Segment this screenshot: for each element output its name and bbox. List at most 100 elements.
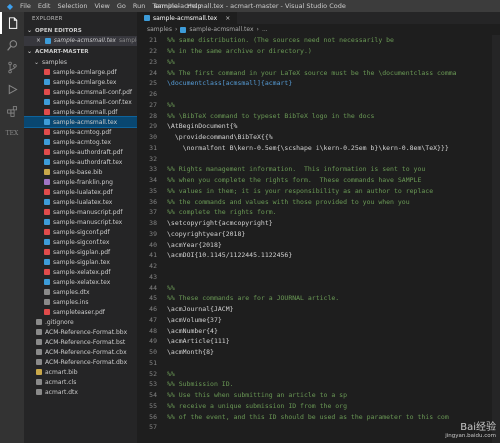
line-number: 33 — [149, 165, 157, 174]
folder-samples[interactable]: ⌄ samples — [24, 57, 137, 67]
menu-item-terminal[interactable]: Terminal — [152, 2, 179, 10]
file-icon — [44, 89, 50, 95]
file-item[interactable]: acmart.bib — [24, 367, 137, 377]
source-control-button[interactable] — [0, 56, 24, 78]
file-item[interactable]: sample-acmtog.pdf — [24, 127, 137, 137]
file-item[interactable]: sample-acmlarge.tex — [24, 77, 137, 87]
line-text: \normalfont B\kern-0.5em{\scshape i\kern… — [167, 143, 449, 152]
file-item[interactable]: sample-sigplan.pdf — [24, 247, 137, 257]
file-item[interactable]: .gitignore — [24, 317, 137, 327]
file-item[interactable]: sample-acmtog.tex — [24, 137, 137, 147]
workspace-section[interactable]: ⌄ ACMART-MASTER — [24, 46, 137, 57]
file-name: acmart.bib — [45, 368, 78, 376]
file-item[interactable]: sample-authordraft.pdf — [24, 147, 137, 157]
explorer-button[interactable] — [0, 12, 24, 34]
file-item[interactable]: sample-franklin.png — [24, 177, 137, 187]
menu-item-run[interactable]: Run — [133, 2, 145, 10]
close-icon[interactable]: × — [225, 15, 230, 22]
breadcrumb-more[interactable]: ... — [262, 26, 268, 33]
title-bar: ◆ File Edit Selection View Go Run Terminal Help… — [0, 0, 500, 12]
file-icon — [44, 99, 50, 105]
breadcrumb-folder[interactable]: samples — [147, 26, 172, 33]
extensions-button[interactable] — [0, 100, 24, 122]
line-number: 50 — [149, 348, 157, 357]
file-icon — [44, 259, 50, 265]
menu-item-selection[interactable]: Selection — [57, 2, 87, 10]
breadcrumb: samples › sample-acmsmall.tex › ... — [137, 24, 500, 35]
file-item[interactable]: sample-acmsmall.tex — [24, 116, 137, 128]
search-button[interactable] — [0, 34, 24, 56]
file-item[interactable]: sample-sigconf.tex — [24, 237, 137, 247]
file-name: sample-acmlarge.pdf — [53, 68, 117, 76]
file-item[interactable]: samples.ins — [24, 297, 137, 307]
file-item[interactable]: sample-acmlarge.pdf — [24, 67, 137, 77]
code-line: 50 \acmMonth{8} — [137, 347, 500, 358]
file-item[interactable]: sampleteaser.pdf — [24, 307, 137, 317]
minimap[interactable] — [492, 35, 500, 443]
code-line: 32 — [137, 153, 500, 164]
file-name: sample-lualatex.tex — [53, 198, 113, 206]
menu-item-edit[interactable]: Edit — [38, 2, 51, 10]
file-item[interactable]: sample-acmsmall-conf.tex — [24, 97, 137, 107]
file-item[interactable]: sample-xelatex.pdf — [24, 267, 137, 277]
line-number: 35 — [149, 186, 157, 195]
file-icon — [36, 349, 42, 355]
file-item[interactable]: sample-acmsmall-conf.pdf — [24, 87, 137, 97]
breadcrumb-file[interactable]: sample-acmsmall.tex — [189, 26, 253, 33]
file-item[interactable]: sample-lualatex.tex — [24, 197, 137, 207]
file-icon — [44, 139, 50, 145]
line-number: 38 — [149, 219, 157, 228]
line-number: 57 — [149, 423, 157, 432]
file-item[interactable]: sample-xelatex.tex — [24, 277, 137, 287]
line-number: 55 — [149, 401, 157, 410]
code-line: 39 \copyrightyear{2018} — [137, 229, 500, 240]
menu-item-file[interactable]: File — [20, 2, 31, 10]
chevron-down-icon: ⌄ — [27, 27, 33, 34]
menu-item-go[interactable]: Go — [117, 2, 126, 10]
file-name: .gitignore — [45, 318, 74, 326]
code-editor[interactable]: 21 %% same distribution. (The sources nee… — [137, 35, 500, 443]
open-editors-section[interactable]: ⌄ OPEN EDITORS — [24, 25, 137, 36]
file-item[interactable]: sample-manuscript.tex — [24, 217, 137, 227]
vscode-window: ◆ File Edit Selection View Go Run Terminal Help… — [0, 0, 500, 443]
open-editor-item[interactable]: × sample-acmsmall.tex samples — [24, 36, 137, 46]
file-name: ACM-Reference-Format.bst — [45, 338, 126, 346]
line-text: %% Use this when submitting an article t… — [167, 391, 348, 400]
file-item[interactable]: sample-sigplan.tex — [24, 257, 137, 267]
line-number: 30 — [149, 133, 157, 142]
file-item[interactable]: ACM-Reference-Format.bbx — [24, 327, 137, 337]
menu-item-help[interactable]: Help — [187, 2, 202, 10]
file-name: ACM-Reference-Format.dbx — [45, 358, 128, 366]
code-line: 44%% — [137, 282, 500, 293]
close-icon[interactable]: × — [36, 38, 41, 44]
file-name: ACM-Reference-Format.bbx — [45, 328, 128, 336]
file-item[interactable]: acmart.dtx — [24, 387, 137, 397]
file-item[interactable]: samples.dtx — [24, 287, 137, 297]
open-editor-folder: samples — [118, 38, 137, 44]
line-number: 32 — [149, 154, 157, 163]
file-item[interactable]: sample-authordraft.tex — [24, 157, 137, 167]
tab-sample-acmsmall[interactable]: sample-acmsmall.tex × — [137, 12, 239, 24]
file-item[interactable]: ACM-Reference-Format.cbx — [24, 347, 137, 357]
file-item[interactable]: ACM-Reference-Format.bst — [24, 337, 137, 347]
file-name: sample-acmsmall.pdf — [53, 108, 118, 116]
watermark-text: Bai经验 — [460, 422, 496, 433]
file-icon — [44, 209, 50, 215]
file-item[interactable]: ACM-Reference-Format.dbx — [24, 357, 137, 367]
file-item[interactable]: sample-acmsmall.pdf — [24, 107, 137, 117]
line-text: %% values in them; it is your responsibi… — [167, 186, 434, 195]
chevron-down-icon: ⌄ — [34, 58, 40, 66]
file-item[interactable]: sample-lualatex.pdf — [24, 187, 137, 197]
code-line: 29 \AtBeginDocument{% — [137, 121, 500, 132]
file-item[interactable]: acmart.cls — [24, 377, 137, 387]
debug-button[interactable] — [0, 78, 24, 100]
file-item[interactable]: sample-sigconf.pdf — [24, 227, 137, 237]
code-line: 54 %% Use this when submitting an article… — [137, 390, 500, 401]
tex-button[interactable]: TEX — [0, 122, 24, 144]
line-text: %% same distribution. (The sources need … — [167, 36, 394, 45]
file-item[interactable]: sample-manuscript.pdf — [24, 207, 137, 217]
file-icon — [36, 359, 42, 365]
file-item[interactable]: sample-base.bib — [24, 167, 137, 177]
menu-item-view[interactable]: View — [94, 2, 109, 10]
root-file-list: .gitignore ACM-Reference-Format.bbx ACM-Re… — [24, 317, 137, 397]
